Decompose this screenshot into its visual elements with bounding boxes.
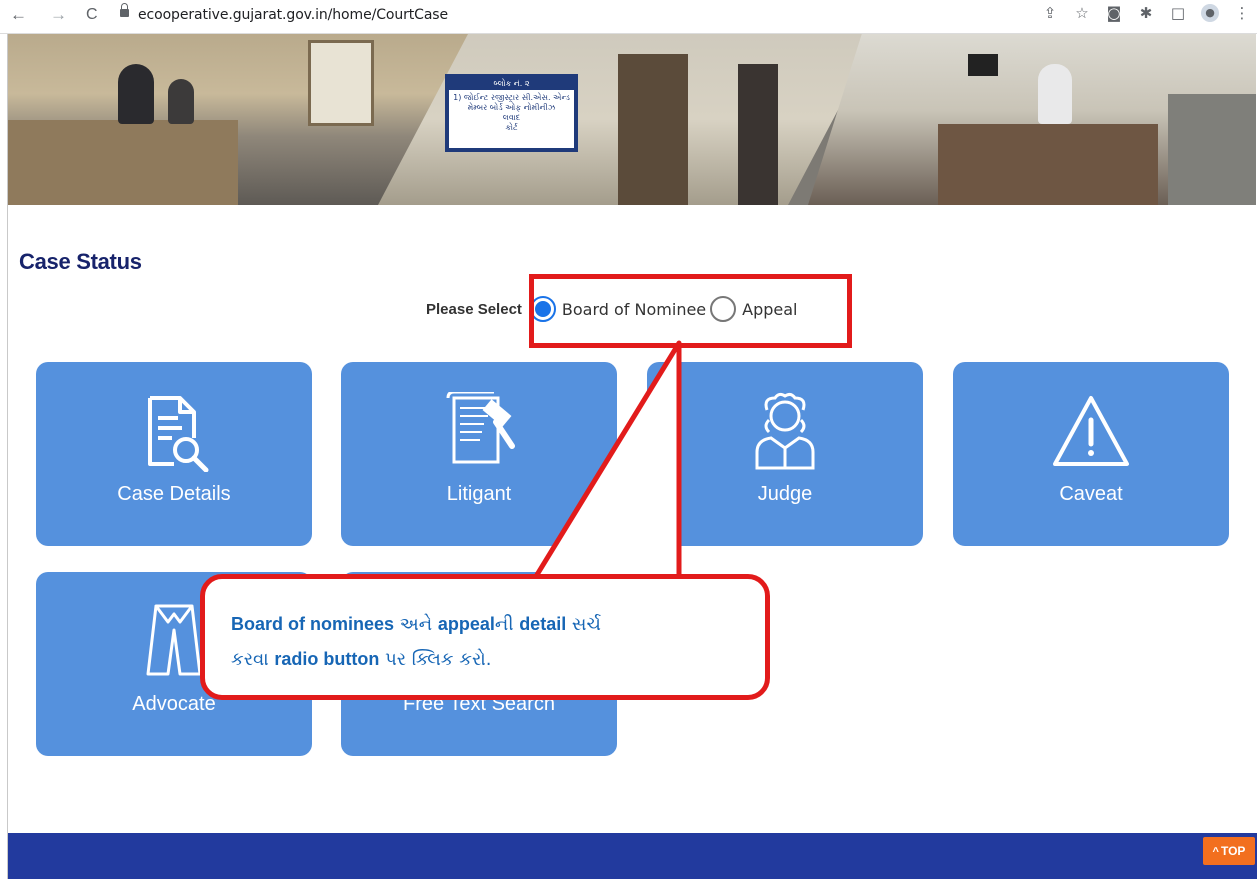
- hero-banner: બ્લોક નં. ૨ 1) જોઈન્ટ રજીસ્ટ્રાર સી.એસ. …: [8, 34, 1256, 205]
- instruction-callout: Board of nominees અને appealની detail સર…: [200, 574, 770, 700]
- callout-term: appeal: [437, 614, 495, 634]
- judge-icon: [755, 392, 815, 470]
- callout-term: detail: [519, 614, 567, 634]
- callout-text-part: પર ક્લિક કરો.: [379, 649, 492, 670]
- door: [618, 54, 688, 205]
- document-search-icon: [148, 396, 209, 472]
- menu-icon[interactable]: ⋮: [1233, 4, 1251, 22]
- person: [168, 79, 194, 124]
- star-icon[interactable]: ☆: [1073, 4, 1091, 22]
- sign-line: લવાદ: [502, 113, 521, 122]
- callout-text-part: સર્ચ: [566, 614, 601, 635]
- callout-text-part: કરવા: [231, 649, 275, 670]
- hero-sign: બ્લોક નં. ૨ 1) જોઈન્ટ રજીસ્ટ્રાર સી.એસ. …: [445, 74, 578, 152]
- selector-highlight-box: [529, 274, 852, 348]
- callout-text-part: ની: [494, 614, 520, 635]
- callout-text: Board of nominees અને appealની detail સર…: [231, 607, 751, 677]
- sign-line: મેમ્બર બોર્ડ ઓફ નોમીનીઝ: [467, 103, 556, 112]
- address-bar-url[interactable]: ecooperative.gujarat.gov.in/home/CourtCa…: [138, 7, 448, 23]
- card-caveat[interactable]: Caveat: [953, 362, 1229, 546]
- scroll-gavel-icon: [446, 392, 515, 464]
- camera-icon[interactable]: ◙: [1105, 4, 1123, 22]
- card-judge[interactable]: Judge: [647, 362, 923, 546]
- card-litigant[interactable]: Litigant: [341, 362, 617, 546]
- selector-label: Please Select: [426, 300, 522, 318]
- page-title: Case Status: [19, 249, 142, 274]
- chevron-up-icon: ^: [1212, 846, 1219, 858]
- share-icon[interactable]: ⇪: [1041, 4, 1059, 22]
- sidepanel-icon[interactable]: □: [1169, 4, 1187, 22]
- person: [118, 64, 154, 124]
- sign-line: 1) જોઈન્ટ રજીસ્ટ્રાર સી.એસ. એન્ડ: [453, 93, 570, 102]
- lock-icon[interactable]: [120, 3, 129, 19]
- card-label: Case Details: [117, 483, 231, 505]
- pc: [968, 54, 998, 76]
- browser-toolbar: ← → C ecooperative.gujarat.gov.in/home/C…: [0, 0, 1257, 34]
- toolbar-icons: ⇪ ☆ ◙ ✱ □ ● ⋮: [1041, 4, 1251, 22]
- back-arrow-icon[interactable]: ←: [10, 5, 27, 25]
- sign-line: કોર્ટ: [505, 123, 518, 132]
- sign-line: બ્લોક નં. ૨: [449, 78, 574, 90]
- back-to-top-button[interactable]: ^ TOP: [1203, 837, 1255, 865]
- card-case-details[interactable]: Case Details: [36, 362, 312, 546]
- card-label: Caveat: [1059, 483, 1123, 505]
- card-label: Judge: [757, 483, 813, 505]
- desk: [938, 124, 1158, 205]
- card-label: Litigant: [446, 483, 512, 505]
- callout-term: radio button: [274, 649, 380, 669]
- man: [1038, 64, 1072, 124]
- reload-icon[interactable]: C: [86, 5, 98, 25]
- hero-photo-clerk: [808, 34, 1256, 205]
- profile-icon[interactable]: ●: [1201, 4, 1219, 22]
- callout-term: Board of nominees: [231, 614, 395, 634]
- footer-bar: [8, 833, 1257, 879]
- callout-text-part: અને: [394, 614, 438, 635]
- cab: [1168, 94, 1256, 205]
- desk: [8, 120, 238, 205]
- forward-arrow-icon[interactable]: →: [50, 5, 67, 25]
- extensions-icon[interactable]: ✱: [1137, 4, 1155, 22]
- warning-triangle-icon: [1053, 396, 1129, 466]
- window: [308, 40, 374, 126]
- door: [738, 64, 778, 205]
- back-to-top-label: TOP: [1220, 844, 1246, 858]
